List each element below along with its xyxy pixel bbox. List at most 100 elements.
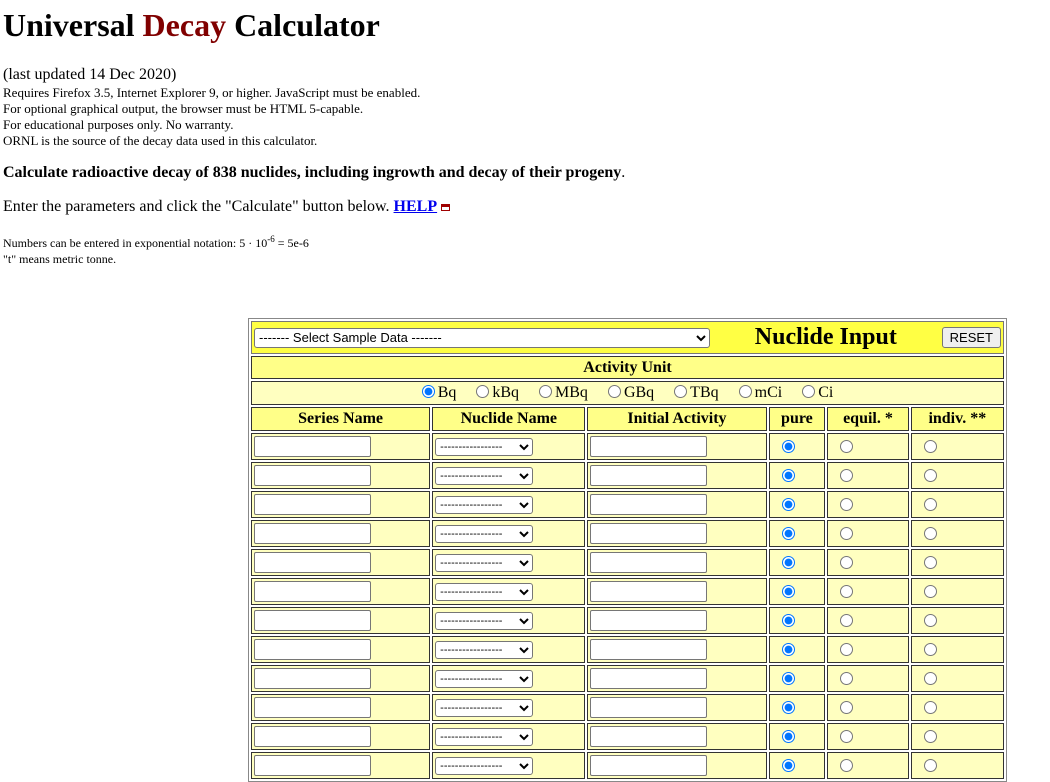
pure-radio[interactable]	[781, 584, 795, 598]
unit-option-tbq[interactable]: TBq	[674, 384, 719, 401]
panel-header: ------- Select Sample Data ------- Nucli…	[251, 321, 1004, 354]
series-name-input[interactable]	[254, 465, 371, 486]
indiv-radio[interactable]	[923, 671, 937, 685]
indiv-radio[interactable]	[923, 642, 937, 656]
initial-activity-input[interactable]	[590, 523, 708, 544]
pure-radio[interactable]	[781, 729, 795, 743]
series-name-input[interactable]	[254, 552, 371, 573]
instructions: Enter the parameters and click the "Calc…	[3, 198, 451, 216]
reset-button[interactable]: RESET	[941, 327, 1001, 348]
nuclide-select[interactable]: -----------------	[435, 467, 534, 485]
equil-radio[interactable]	[840, 758, 854, 772]
initial-activity-input[interactable]	[590, 755, 708, 776]
initial-activity-input[interactable]	[590, 668, 708, 689]
nuclide-select[interactable]: -----------------	[435, 641, 534, 659]
equil-radio[interactable]	[840, 497, 854, 511]
initial-activity-input[interactable]	[590, 465, 708, 486]
nuclide-select[interactable]: -----------------	[435, 699, 534, 717]
equil-radio[interactable]	[840, 671, 854, 685]
series-name-input[interactable]	[254, 639, 371, 660]
series-name-input[interactable]	[254, 755, 371, 776]
series-name-input[interactable]	[254, 668, 371, 689]
unit-option-gbq[interactable]: GBq	[607, 384, 654, 401]
unit-label: mCi	[754, 384, 783, 401]
indiv-radio[interactable]	[923, 468, 937, 482]
pure-radio[interactable]	[781, 555, 795, 569]
unit-option-bq[interactable]: Bq	[421, 384, 456, 401]
nuclide-select[interactable]: -----------------	[435, 583, 534, 601]
series-name-input[interactable]	[254, 697, 371, 718]
pure-radio[interactable]	[781, 526, 795, 540]
nuclide-select[interactable]: -----------------	[435, 670, 534, 688]
indiv-radio[interactable]	[923, 758, 937, 772]
pure-radio[interactable]	[781, 700, 795, 714]
activity-unit-header: Activity Unit	[251, 356, 1004, 379]
series-name-input[interactable]	[254, 726, 371, 747]
unit-radio[interactable]	[421, 385, 435, 398]
initial-activity-input[interactable]	[590, 639, 708, 660]
equil-radio[interactable]	[840, 439, 854, 453]
series-name-input[interactable]	[254, 494, 371, 515]
nuclide-cell: -----------------	[432, 462, 586, 489]
series-name-input[interactable]	[254, 523, 371, 544]
unit-option-kbq[interactable]: kBq	[476, 384, 519, 401]
table-row: -----------------	[251, 462, 1004, 489]
equil-radio[interactable]	[840, 613, 854, 627]
pure-radio[interactable]	[781, 671, 795, 685]
indiv-radio[interactable]	[923, 497, 937, 511]
unit-radio[interactable]	[738, 385, 752, 398]
initial-activity-input[interactable]	[590, 581, 708, 602]
unit-label: MBq	[555, 384, 588, 401]
unit-radio[interactable]	[539, 385, 553, 398]
nuclide-select[interactable]: -----------------	[435, 496, 534, 514]
equil-radio[interactable]	[840, 729, 854, 743]
pure-radio[interactable]	[781, 758, 795, 772]
pure-radio[interactable]	[781, 468, 795, 482]
equil-radio[interactable]	[840, 555, 854, 569]
unit-radio[interactable]	[607, 385, 621, 398]
equil-radio[interactable]	[840, 468, 854, 482]
initial-activity-input[interactable]	[590, 552, 708, 573]
initial-activity-input[interactable]	[590, 726, 708, 747]
indiv-radio[interactable]	[923, 700, 937, 714]
nuclide-select[interactable]: -----------------	[435, 554, 534, 572]
indiv-radio[interactable]	[923, 526, 937, 540]
unit-radio[interactable]	[802, 385, 816, 398]
indiv-radio[interactable]	[923, 439, 937, 453]
title-accent: Decay	[142, 7, 227, 43]
series-name-input[interactable]	[254, 436, 371, 457]
sample-data-select[interactable]: ------- Select Sample Data -------	[254, 327, 710, 348]
nuclide-select[interactable]: -----------------	[435, 438, 534, 456]
initial-activity-input[interactable]	[590, 494, 708, 515]
nuclide-select[interactable]: -----------------	[435, 612, 534, 630]
pure-radio[interactable]	[781, 642, 795, 656]
unit-option-mci[interactable]: mCi	[738, 384, 783, 401]
series-name-input[interactable]	[254, 610, 371, 631]
unit-option-ci[interactable]: Ci	[802, 384, 833, 401]
nuclide-select[interactable]: -----------------	[435, 525, 534, 543]
equil-radio[interactable]	[840, 642, 854, 656]
help-link[interactable]: HELP	[394, 198, 438, 215]
pure-radio[interactable]	[781, 439, 795, 453]
table-row: -----------------	[251, 549, 1004, 576]
pure-radio[interactable]	[781, 613, 795, 627]
unit-option-mbq[interactable]: MBq	[539, 384, 588, 401]
indiv-radio[interactable]	[923, 584, 937, 598]
equil-radio[interactable]	[840, 700, 854, 714]
series-name-input[interactable]	[254, 581, 371, 602]
unit-label: Ci	[818, 384, 834, 401]
indiv-radio[interactable]	[923, 613, 937, 627]
unit-radio[interactable]	[674, 385, 688, 398]
indiv-radio[interactable]	[923, 555, 937, 569]
unit-radio[interactable]	[476, 385, 490, 398]
initial-activity-input[interactable]	[590, 436, 708, 457]
indiv-radio[interactable]	[923, 729, 937, 743]
nuclide-select[interactable]: -----------------	[435, 757, 534, 775]
intro-lead: Calculate radioactive decay of 838 nucli…	[3, 164, 625, 182]
initial-activity-input[interactable]	[590, 697, 708, 718]
equil-radio[interactable]	[840, 584, 854, 598]
initial-activity-input[interactable]	[590, 610, 708, 631]
pure-radio[interactable]	[781, 497, 795, 511]
nuclide-select[interactable]: -----------------	[435, 728, 534, 746]
equil-radio[interactable]	[840, 526, 854, 540]
